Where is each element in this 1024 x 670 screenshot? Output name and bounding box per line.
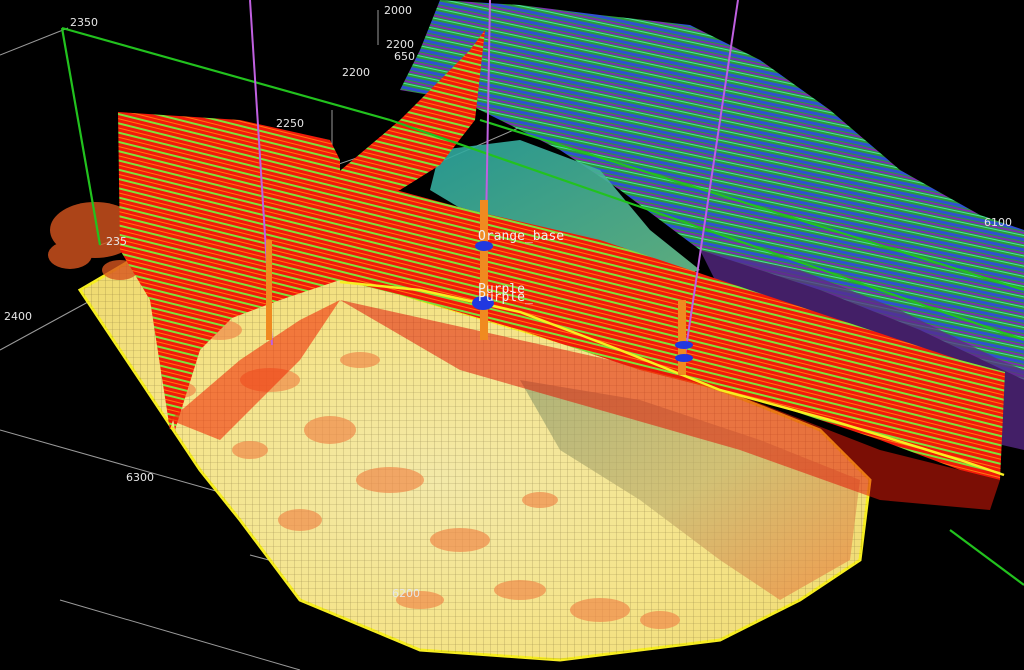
horizon-label-purple-2: Purple_ (478, 290, 533, 305)
axis-label-2000: 2000 (384, 4, 412, 17)
marker-well3-base[interactable] (675, 354, 693, 362)
axis-label-6100: 6100 (984, 216, 1012, 229)
marker-well3-top[interactable] (675, 341, 693, 349)
axis-label-2200-mid: 2200 (342, 66, 370, 79)
seismic-3d-viewport[interactable]: 2350 2000 2200 650 2200 2250 235 2400 63… (0, 0, 1024, 670)
axis-label-6200: 6200 (392, 587, 420, 600)
axis-label-6300: 6300 (126, 471, 154, 484)
horizon-label-orange-base: Orange_base (478, 229, 564, 244)
axis-label-2350: 2350 (70, 16, 98, 29)
axis-label-235: 235 (106, 235, 127, 248)
axis-label-2250: 2250 (276, 117, 304, 130)
axis-label-650: 650 (394, 50, 415, 63)
axis-label-2400: 2400 (4, 310, 32, 323)
